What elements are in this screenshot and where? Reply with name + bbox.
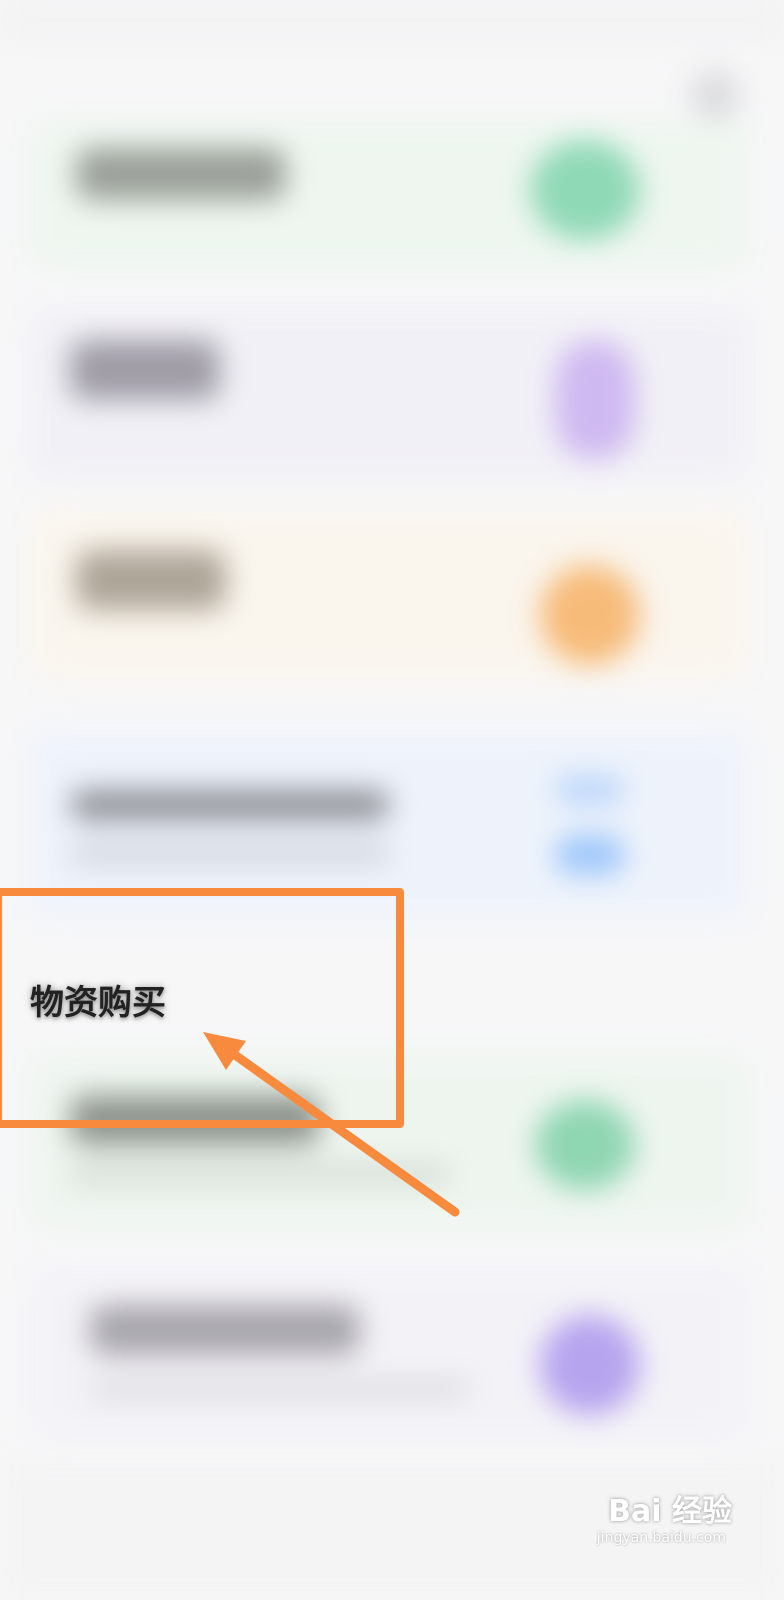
pointer-arrow-icon xyxy=(203,1032,460,1217)
watermark-logo: Bai 经验 xyxy=(608,1494,732,1529)
watermark-url: jingyan.baidu.com xyxy=(596,1530,726,1546)
